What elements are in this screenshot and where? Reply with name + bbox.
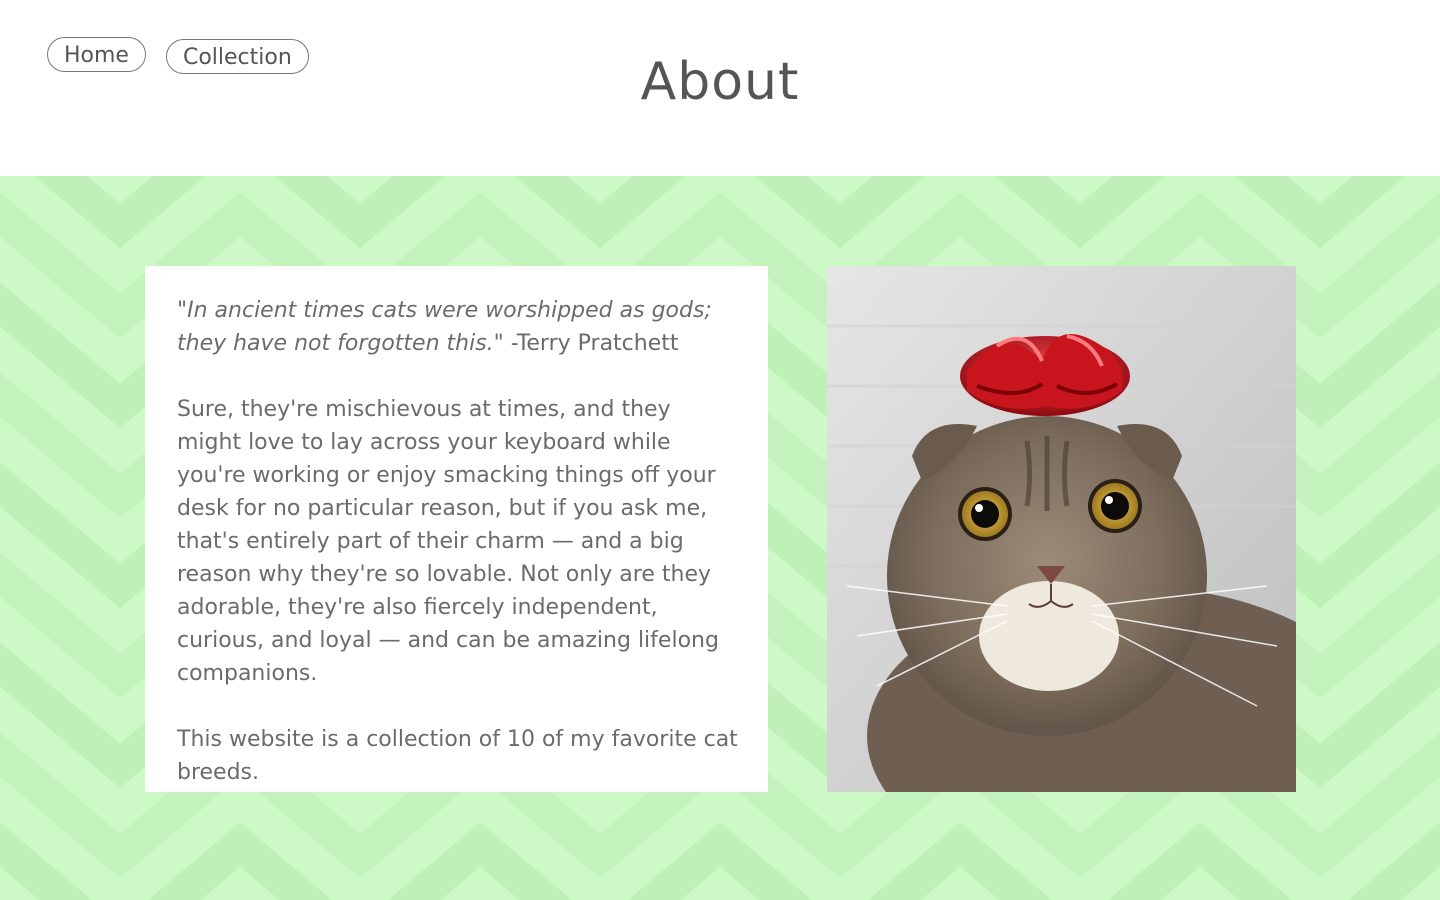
cat-photo [827,266,1296,792]
quote-author: -Terry Pratchett [503,331,679,356]
page-title: About [640,52,800,112]
about-text-card: "In ancient times cats were worshipped a… [145,266,768,792]
collection-paragraph: This website is a collection of 10 of my… [177,727,738,785]
quote-paragraph: "In ancient times cats were worshipped a… [177,294,738,360]
site-header: Home Collection About [0,0,1440,176]
cat-with-bow-image [827,266,1296,792]
about-paragraph: Sure, they're mischievous at times, and … [177,397,719,686]
about-section: "In ancient times cats were worshipped a… [0,176,1440,900]
